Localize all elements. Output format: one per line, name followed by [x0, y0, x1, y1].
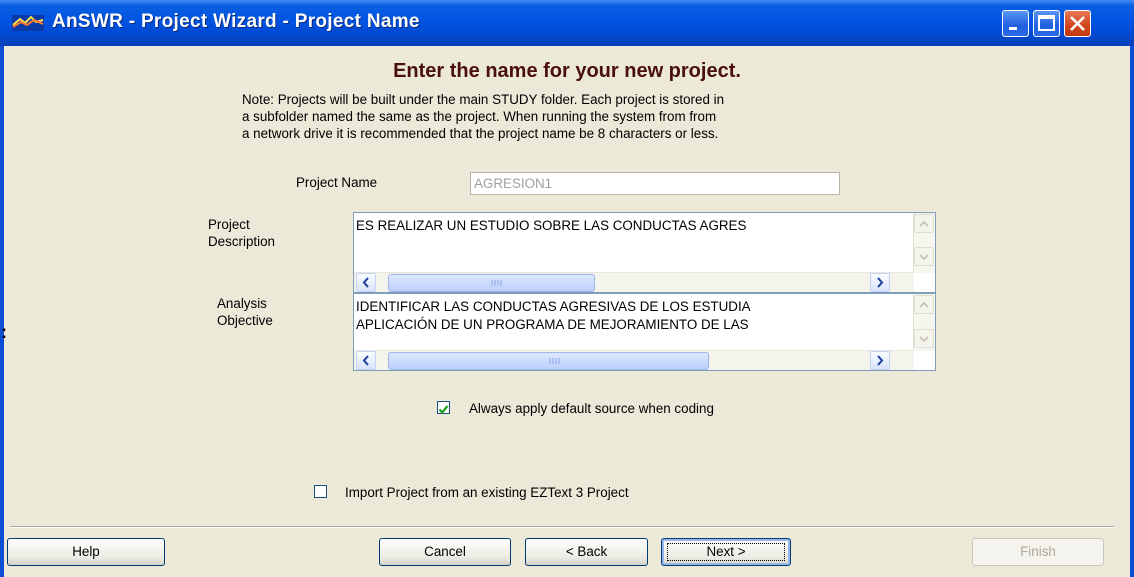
- chevron-down-icon: [919, 254, 929, 261]
- focus-ring: [667, 543, 785, 561]
- maximize-button[interactable]: [1033, 10, 1060, 37]
- label-line: Objective: [217, 313, 273, 328]
- scroll-up-button[interactable]: [914, 214, 934, 233]
- project-name-label: Project Name: [296, 175, 378, 190]
- label-line: Project: [208, 217, 250, 232]
- back-button[interactable]: < Back: [525, 538, 648, 566]
- next-button[interactable]: Next >: [661, 538, 791, 566]
- scroll-down-button[interactable]: [914, 329, 934, 348]
- app-logo-icon: [12, 15, 44, 31]
- import-project-label[interactable]: Import Project from an existing EZText 3…: [345, 484, 629, 501]
- maximize-icon: [1038, 15, 1055, 31]
- back-label: < Back: [565, 544, 608, 559]
- grip-icon: [491, 280, 502, 286]
- label-line: Description: [208, 234, 275, 249]
- project-description-memo[interactable]: ES REALIZAR UN ESTUDIO SOBRE LAS CONDUCT…: [353, 212, 936, 293]
- checkmark-icon: [438, 405, 449, 415]
- import-project-checkbox[interactable]: [314, 485, 327, 498]
- chevron-right-icon: [877, 277, 884, 288]
- default-source-checkbox[interactable]: [437, 401, 450, 415]
- scroll-left-button[interactable]: [356, 273, 376, 292]
- scroll-right-button[interactable]: [870, 273, 890, 292]
- minimize-button[interactable]: [1002, 10, 1029, 37]
- objective-line: APLICACIÓN DE UN PROGRAMA DE MEJORAMIENT…: [356, 317, 749, 332]
- note-line: Note: Projects will be built under the m…: [242, 92, 725, 107]
- note-line: a network drive it is recommended that t…: [242, 126, 719, 141]
- project-description-label: Project Description: [208, 216, 275, 250]
- scroll-up-button[interactable]: [914, 295, 934, 314]
- objective-line: IDENTIFICAR LAS CONDUCTAS AGRESIVAS DE L…: [356, 299, 751, 314]
- horizontal-scrollbar[interactable]: [354, 272, 914, 292]
- window-frame-left: [0, 46, 4, 577]
- window-title: AnSWR - Project Wizard - Project Name: [52, 11, 420, 32]
- project-wizard-window: AnSWR - Project Wizard - Project Name En…: [0, 0, 1134, 577]
- chevron-left-icon: [362, 355, 369, 366]
- wizard-note: Note: Projects will be built under the m…: [242, 91, 962, 142]
- note-line: a subfolder named the same as the projec…: [242, 109, 717, 124]
- analysis-objective-memo[interactable]: IDENTIFICAR LAS CONDUCTAS AGRESIVAS DE L…: [353, 293, 936, 371]
- close-button[interactable]: [1064, 10, 1091, 37]
- project-description-text: ES REALIZAR UN ESTUDIO SOBRE LAS CONDUCT…: [356, 218, 747, 233]
- minimize-icon: [1009, 27, 1017, 30]
- grip-icon: [549, 358, 560, 364]
- project-name-field[interactable]: AGRESION1: [470, 172, 840, 195]
- cancel-button[interactable]: Cancel: [379, 538, 511, 566]
- help-button[interactable]: Help: [7, 538, 165, 566]
- analysis-objective-label: Analysis Objective: [217, 295, 273, 329]
- finish-button[interactable]: Finish: [972, 538, 1104, 566]
- chevron-up-icon: [919, 220, 929, 227]
- scroll-thumb[interactable]: [388, 274, 595, 292]
- scroll-left-button[interactable]: [356, 351, 376, 370]
- stray-mark: :: [1, 322, 7, 342]
- chevron-right-icon: [877, 355, 884, 366]
- horizontal-scrollbar[interactable]: [354, 350, 914, 370]
- scroll-right-button[interactable]: [870, 351, 890, 370]
- default-source-label[interactable]: Always apply default source when coding: [469, 400, 714, 417]
- label-line: Analysis: [217, 296, 267, 311]
- close-icon: [1070, 16, 1085, 31]
- window-frame-right: [1130, 46, 1134, 577]
- vertical-scrollbar[interactable]: [913, 294, 935, 351]
- analysis-objective-text: IDENTIFICAR LAS CONDUCTAS AGRESIVAS DE L…: [356, 298, 901, 334]
- wizard-heading: Enter the name for your new project.: [393, 60, 741, 82]
- vertical-scrollbar[interactable]: [913, 213, 935, 273]
- chevron-left-icon: [362, 277, 369, 288]
- project-name-value: AGRESION1: [474, 176, 553, 191]
- title-bar[interactable]: AnSWR - Project Wizard - Project Name: [0, 0, 1134, 46]
- chevron-down-icon: [919, 336, 929, 343]
- button-separator: [10, 526, 1114, 528]
- chevron-up-icon: [919, 301, 929, 308]
- scroll-thumb[interactable]: [388, 352, 709, 370]
- scroll-down-button[interactable]: [914, 247, 934, 266]
